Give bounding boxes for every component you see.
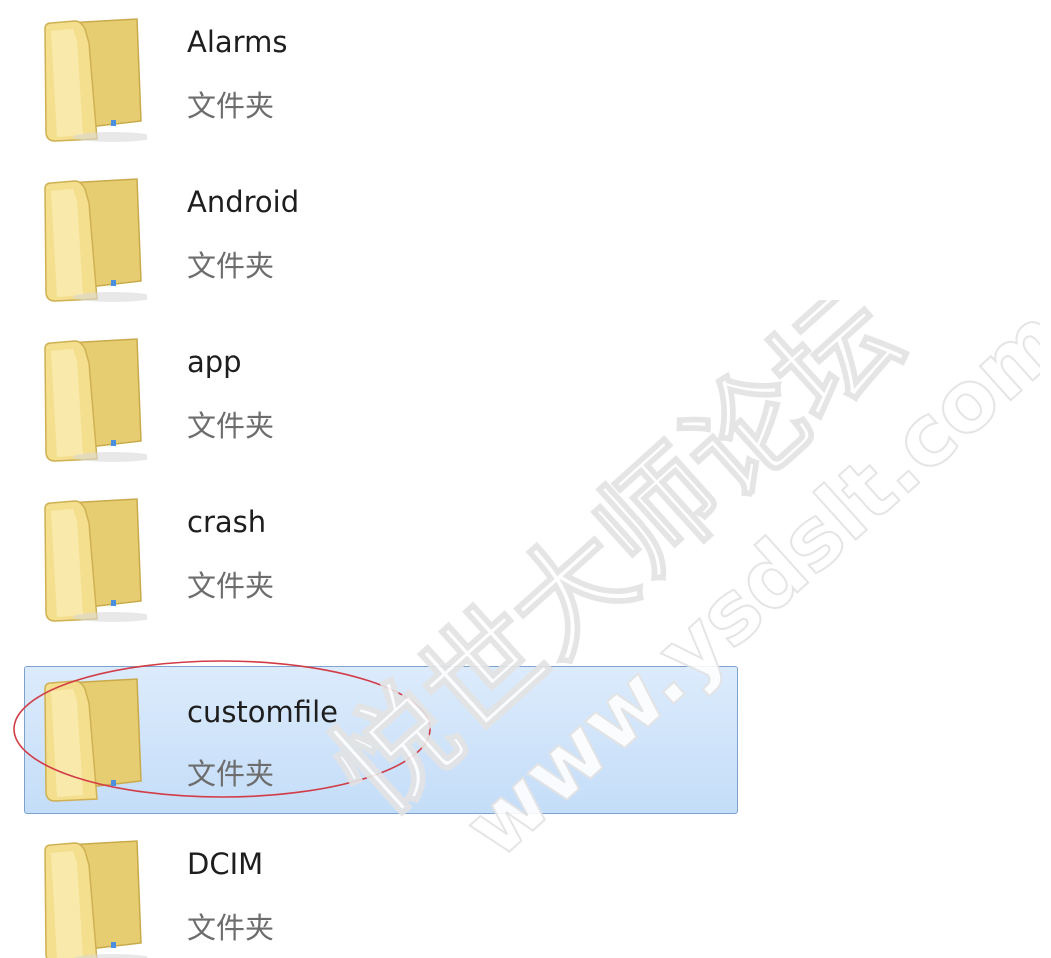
- folder-name: Android: [187, 185, 300, 219]
- folder-icon: [37, 17, 147, 143]
- folder-name: customfile: [187, 695, 338, 729]
- folder-name: DCIM: [187, 847, 264, 881]
- folder-type: 文件夹: [187, 911, 275, 945]
- folder-name: app: [187, 345, 242, 379]
- list-item-alarms[interactable]: Alarms 文件夹: [24, 0, 738, 146]
- folder-type: 文件夹: [187, 89, 275, 123]
- list-item-crash[interactable]: crash 文件夹: [24, 478, 738, 626]
- folder-name: crash: [187, 505, 267, 539]
- list-item-dcim[interactable]: DCIM 文件夹: [24, 820, 738, 958]
- folder-type: 文件夹: [187, 409, 275, 443]
- folder-type: 文件夹: [187, 569, 275, 603]
- folder-list: Alarms 文件夹 Android 文件夹 app 文件夹 crash 文件夹…: [0, 0, 1051, 958]
- folder-icon: [37, 677, 147, 803]
- folder-icon: [37, 839, 147, 958]
- list-item-android[interactable]: Android 文件夹: [24, 158, 738, 306]
- folder-type: 文件夹: [187, 249, 275, 283]
- list-item-app[interactable]: app 文件夹: [24, 318, 738, 466]
- folder-name: Alarms: [187, 25, 288, 59]
- folder-type: 文件夹: [187, 757, 275, 791]
- folder-icon: [37, 497, 147, 623]
- folder-icon: [37, 337, 147, 463]
- folder-icon: [37, 177, 147, 303]
- list-item-customfile[interactable]: customfile 文件夹: [24, 666, 738, 814]
